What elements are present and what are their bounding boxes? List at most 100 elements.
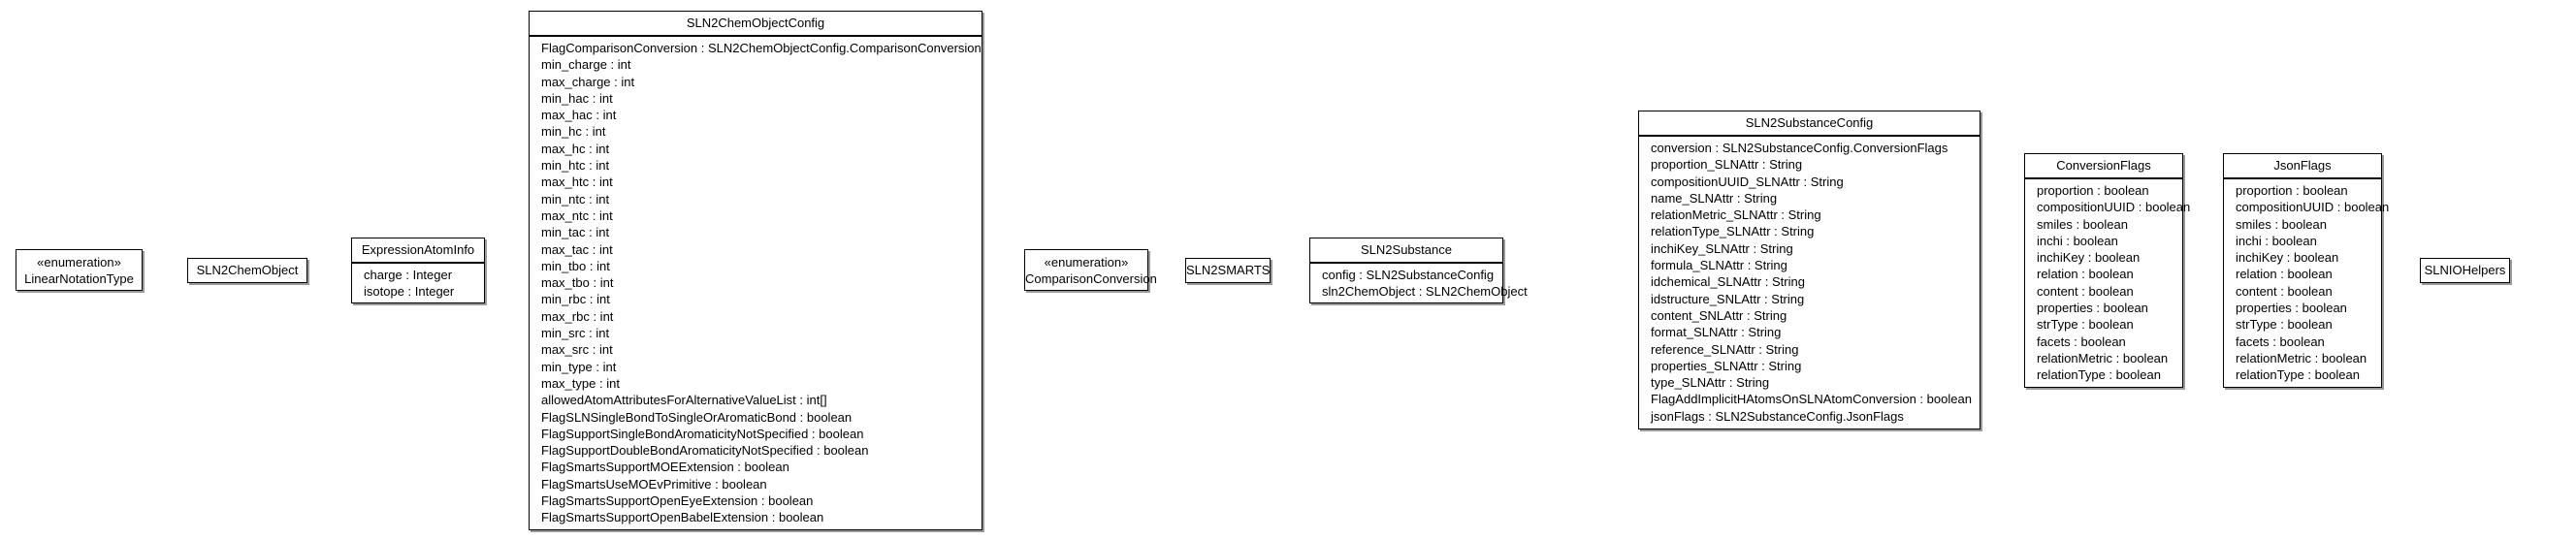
- attribute-item: strType : boolean: [2236, 317, 2333, 333]
- attribute-item: min_tbo : int: [541, 258, 610, 273]
- class-name: ExpressionAtomInfo: [352, 238, 484, 264]
- attribute-list: conversion : SLN2SubstanceConfig.Convers…: [1639, 137, 1980, 425]
- attribute-item: FlagSupportDoubleBondAromaticityNotSpeci…: [541, 443, 869, 459]
- attribute-list: charge : Integer isotope : Integer: [352, 264, 484, 301]
- attribute-item: FlagSLNSingleBondToSingleOrAromaticBond …: [541, 409, 853, 425]
- attribute-item: allowedAtomAttributesForAlternativeValue…: [541, 393, 827, 408]
- stereotype-label: «enumeration»: [1044, 255, 1129, 270]
- class-linear-notation-type[interactable]: «enumeration» LinearNotationType: [16, 249, 143, 291]
- attribute-item: charge : Integer: [364, 268, 453, 282]
- attribute-item: max_hc : int: [541, 141, 610, 156]
- class-slniohelpers[interactable]: SLNIOHelpers: [2420, 258, 2510, 283]
- attribute-item: conversion : SLN2SubstanceConfig.Convers…: [1651, 141, 1948, 155]
- attribute-item: proportion_SLNAttr : String: [1651, 157, 1803, 173]
- attribute-item: strType : boolean: [2037, 317, 2134, 333]
- attribute-item: FlagSmartsSupportMOEExtension : boolean: [541, 460, 789, 475]
- class-name: SLN2Substance: [1310, 238, 1502, 264]
- attribute-item: compositionUUID_SLNAttr : String: [1651, 174, 1844, 189]
- attribute-item: relationType : boolean: [2037, 367, 2161, 383]
- attribute-item: max_hac : int: [541, 108, 617, 123]
- attribute-item: facets : boolean: [2236, 334, 2325, 349]
- attribute-item: max_rbc : int: [541, 308, 614, 324]
- class-json-flags[interactable]: JsonFlags proportion : boolean compositio…: [2223, 153, 2390, 388]
- attribute-item: config : SLN2SubstanceConfig: [1322, 268, 1495, 282]
- attribute-item: idstructure_SNLAttr : String: [1651, 291, 1805, 306]
- attribute-list: config : SLN2SubstanceConfig sln2ChemObje…: [1310, 264, 1528, 301]
- attribute-item: inchiKey_SLNAttr : String: [1651, 240, 1793, 256]
- attribute-item: max_tbo : int: [541, 275, 614, 291]
- attribute-item: inchi : boolean: [2236, 233, 2317, 248]
- attribute-item: relation : boolean: [2037, 267, 2134, 282]
- attribute-item: smiles : boolean: [2037, 216, 2128, 232]
- class-conversion-flags[interactable]: ConversionFlags proportion : boolean comp…: [2024, 153, 2191, 388]
- attribute-item: inchiKey : boolean: [2236, 250, 2339, 266]
- class-name: SLN2ChemObject: [196, 263, 299, 277]
- attribute-item: FlagSmartsSupportOpenBabelExtension : bo…: [541, 510, 824, 525]
- attribute-item: min_rbc : int: [541, 292, 610, 307]
- attribute-item: inchiKey : boolean: [2037, 250, 2141, 266]
- attribute-item: isotope : Integer: [364, 284, 455, 300]
- class-name: LinearNotationType: [24, 271, 134, 286]
- attribute-item: max_charge : int: [541, 74, 635, 89]
- attribute-list: proportion : boolean compositionUUID : bo…: [2224, 179, 2390, 384]
- attribute-item: properties : boolean: [2037, 301, 2148, 316]
- attribute-item: min_hc : int: [541, 124, 606, 140]
- class-comparison-conversion[interactable]: «enumeration» ComparisonConversion: [1024, 249, 1157, 291]
- attribute-item: FlagComparisonConversion : SLN2ChemObjec…: [541, 41, 982, 55]
- attribute-item: compositionUUID : boolean: [2236, 200, 2390, 215]
- attribute-item: sln2ChemObject : SLN2ChemObject: [1322, 284, 1528, 300]
- attribute-item: idchemical_SLNAttr : String: [1651, 274, 1805, 290]
- attribute-item: type_SLNAttr : String: [1651, 375, 1770, 391]
- attribute-item: compositionUUID : boolean: [2037, 200, 2191, 215]
- attribute-item: min_tac : int: [541, 225, 610, 240]
- attribute-item: min_charge : int: [541, 57, 631, 73]
- attribute-item: max_tac : int: [541, 241, 613, 257]
- class-expression-atom-info[interactable]: ExpressionAtomInfo charge : Integer isoto…: [351, 238, 485, 303]
- attribute-item: content_SNLAttr : String: [1651, 307, 1787, 323]
- attribute-item: proportion : boolean: [2037, 183, 2149, 198]
- attribute-item: content : boolean: [2037, 283, 2134, 299]
- attribute-item: FlagSupportSingleBondAromaticityNotSpeci…: [541, 426, 864, 441]
- class-sln2smarts[interactable]: SLN2SMARTS: [1185, 258, 1271, 283]
- attribute-item: FlagSmartsUseMOEvPrimitive : boolean: [541, 476, 767, 492]
- attribute-item: relation : boolean: [2236, 267, 2333, 282]
- class-name: SLNIOHelpers: [2424, 263, 2506, 277]
- class-name: JsonFlags: [2224, 154, 2381, 179]
- class-name: ConversionFlags: [2025, 154, 2182, 179]
- attribute-item: proportion : boolean: [2236, 183, 2348, 198]
- attribute-item: min_hac : int: [541, 90, 613, 106]
- attribute-item: max_type : int: [541, 375, 620, 391]
- attribute-list: FlagComparisonConversion : SLN2ChemObjec…: [530, 37, 982, 526]
- attribute-item: min_htc : int: [541, 158, 610, 174]
- class-name: SLN2ChemObjectConfig: [530, 12, 982, 37]
- attribute-item: min_type : int: [541, 359, 617, 374]
- attribute-item: reference_SLNAttr : String: [1651, 341, 1799, 357]
- attribute-item: jsonFlags : SLN2SubstanceConfig.JsonFlag…: [1651, 408, 1904, 424]
- class-sln2substanceconfig[interactable]: SLN2SubstanceConfig conversion : SLN2Sub…: [1638, 111, 1980, 429]
- class-sln2chemobjectconfig[interactable]: SLN2ChemObjectConfig FlagComparisonConve…: [529, 11, 982, 530]
- attribute-item: smiles : boolean: [2236, 216, 2327, 232]
- attribute-item: max_htc : int: [541, 175, 613, 190]
- class-sln2chemobject[interactable]: SLN2ChemObject: [187, 258, 307, 283]
- attribute-item: FlagAddImplicitHAtomsOnSLNAtomConversion…: [1651, 392, 1972, 407]
- attribute-item: properties : boolean: [2236, 301, 2347, 316]
- enum-header: «enumeration» ComparisonConversion: [1025, 250, 1157, 287]
- attribute-item: content : boolean: [2236, 283, 2333, 299]
- attribute-item: name_SLNAttr : String: [1651, 190, 1778, 206]
- attribute-item: format_SLNAttr : String: [1651, 325, 1782, 340]
- class-sln2substance[interactable]: SLN2Substance config : SLN2SubstanceConf…: [1309, 238, 1528, 303]
- enum-header: «enumeration» LinearNotationType: [16, 250, 142, 287]
- attribute-item: relationMetric : boolean: [2236, 350, 2367, 365]
- stereotype-label: «enumeration»: [37, 255, 121, 270]
- attribute-item: inchi : boolean: [2037, 233, 2118, 248]
- attribute-item: relationMetric : boolean: [2037, 350, 2169, 365]
- class-name: SLN2SubstanceConfig: [1639, 111, 1980, 137]
- attribute-list: proportion : boolean compositionUUID : bo…: [2025, 179, 2191, 384]
- attribute-item: relationMetric_SLNAttr : String: [1651, 207, 1821, 223]
- attribute-item: relationType : boolean: [2236, 367, 2360, 383]
- attribute-item: facets : boolean: [2037, 334, 2126, 349]
- attribute-item: FlagSmartsSupportOpenEyeExtension : bool…: [541, 493, 814, 509]
- attribute-item: max_src : int: [541, 342, 613, 358]
- attribute-item: relationType_SLNAttr : String: [1651, 224, 1815, 239]
- attribute-item: formula_SLNAttr : String: [1651, 258, 1787, 273]
